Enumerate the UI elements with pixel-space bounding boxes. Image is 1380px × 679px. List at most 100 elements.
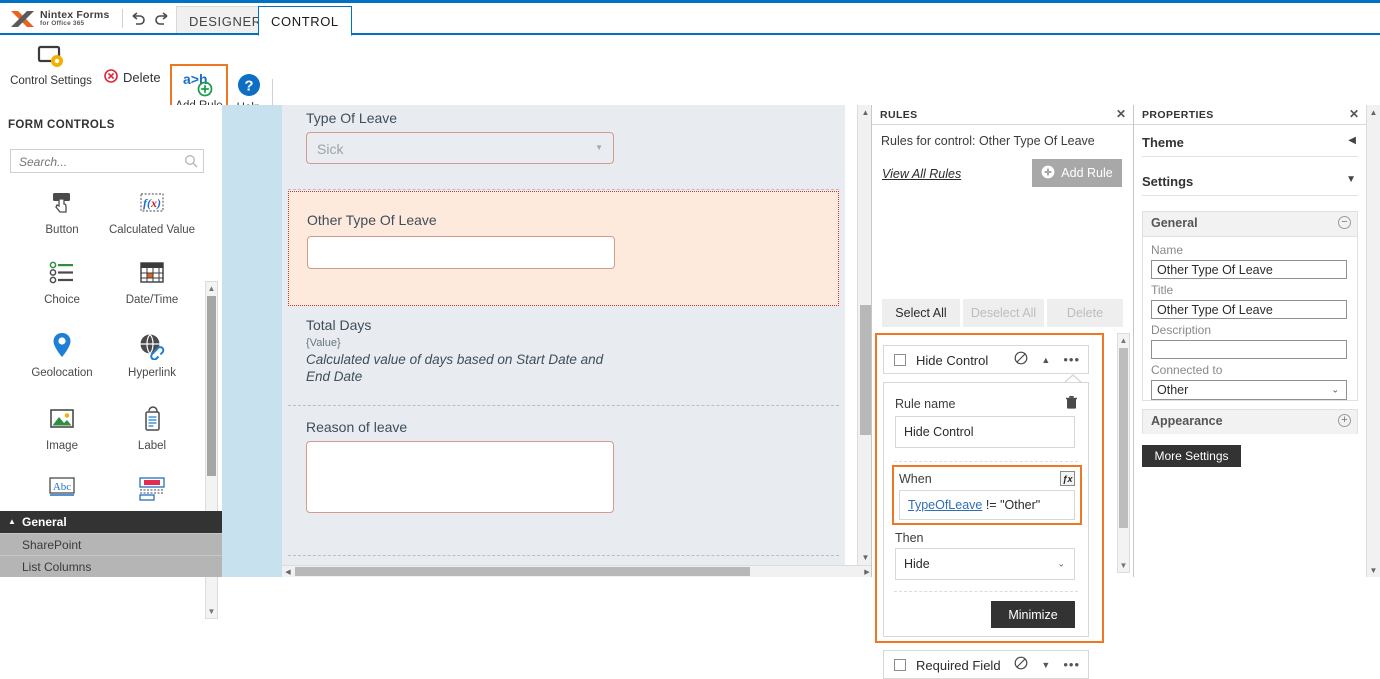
delete-button[interactable]: Delete — [104, 69, 161, 86]
minimize-button[interactable]: Minimize — [991, 601, 1075, 628]
field-reason-of-leave[interactable]: Reason of leave — [282, 415, 845, 545]
type-of-leave-select[interactable]: Sick ▼ — [306, 132, 614, 164]
rules-panel-header: RULES ✕ — [872, 105, 1133, 125]
disable-rule-icon[interactable] — [1014, 351, 1028, 368]
search-box[interactable] — [10, 149, 204, 174]
close-icon[interactable]: ✕ — [1349, 107, 1359, 121]
field-total-days[interactable]: Total Days {Value} Calculated value of d… — [282, 313, 845, 398]
hyperlink-icon — [104, 326, 198, 366]
control-item-button[interactable]: Button — [14, 183, 110, 237]
ellipsis-icon[interactable]: ••• — [1063, 353, 1080, 366]
nintex-logo: Nintex Forms for Office 365 — [8, 5, 116, 32]
collapse-minus-icon[interactable]: − — [1338, 216, 1351, 229]
properties-panel-scrollbar[interactable]: ▲ ▼ — [1366, 105, 1380, 577]
rule-checkbox[interactable] — [894, 354, 906, 366]
control-item-hyperlink[interactable]: Hyperlink — [104, 326, 198, 380]
rules-panel-title: RULES — [880, 109, 918, 121]
rule-name-input[interactable]: Hide Control — [895, 416, 1075, 448]
rule-card-header[interactable]: Hide Control ▲ ••• — [883, 345, 1089, 374]
other-type-of-leave-input[interactable] — [307, 236, 615, 269]
reason-of-leave-textarea[interactable] — [306, 441, 614, 513]
scroll-down-icon[interactable]: ▼ — [1367, 563, 1380, 577]
control-item-geolocation[interactable]: Geolocation — [14, 326, 110, 380]
properties-group-general: General − Name Other Type Of Leave Title… — [1142, 211, 1358, 401]
scrollbar-thumb[interactable] — [1119, 348, 1128, 528]
accordion-settings[interactable]: Settings ▼ — [1142, 169, 1358, 196]
controls-category-tree: ▲ General SharePoint List Columns — [0, 511, 222, 577]
properties-panel-body: Theme ◀ Settings ▼ General − Name Other … — [1134, 125, 1366, 577]
properties-group-appearance[interactable]: Appearance + — [1142, 409, 1358, 434]
tree-item-list-columns[interactable]: List Columns — [0, 555, 222, 577]
then-action-select[interactable]: Hide ⌄ — [895, 548, 1075, 580]
tree-item-sharepoint[interactable]: SharePoint — [0, 533, 222, 555]
chevron-down-icon[interactable]: ⌄ — [1057, 559, 1065, 570]
tab-control[interactable]: CONTROL — [258, 6, 352, 36]
when-condition-input[interactable]: TypeOfLeave != "Other" — [899, 490, 1075, 520]
disable-rule-icon[interactable] — [1014, 656, 1028, 673]
close-icon[interactable]: ✕ — [1116, 107, 1126, 121]
canvas-horizontal-scrollbar[interactable]: ◀ ▶ — [282, 565, 873, 577]
form-canvas[interactable]: Type Of Leave Sick ▼ Other Type Of Leave… — [282, 105, 845, 565]
rule-card-header[interactable]: Required Field ▼ ••• — [883, 650, 1089, 679]
field-label: Type Of Leave — [306, 110, 398, 126]
undo-icon[interactable] — [128, 9, 148, 29]
field-type-of-leave[interactable]: Type Of Leave Sick ▼ — [282, 105, 845, 185]
rule-checkbox[interactable] — [894, 659, 906, 671]
trash-icon[interactable] — [1065, 395, 1078, 412]
scroll-left-icon[interactable]: ◀ — [282, 566, 294, 577]
delete-icon — [104, 69, 118, 86]
chevron-down-icon[interactable]: ▼ — [1346, 174, 1356, 185]
search-icon[interactable] — [184, 154, 198, 171]
control-item-image[interactable]: Image — [14, 399, 110, 453]
view-all-rules-link[interactable]: View All Rules — [882, 167, 961, 181]
control-item-calculated-value[interactable]: f(x) Calculated Value — [104, 183, 198, 237]
scroll-up-icon[interactable]: ▲ — [206, 282, 217, 295]
logo-line-2: for Office 365 — [40, 20, 85, 27]
control-item-date-time[interactable]: Date/Time — [104, 253, 198, 307]
chevron-down-icon[interactable]: ▼ — [595, 132, 603, 164]
formula-icon[interactable]: ƒx — [1060, 471, 1075, 486]
field-label: Reason of leave — [306, 419, 408, 435]
title-input[interactable]: Other Type Of Leave — [1151, 300, 1347, 319]
chevron-up-icon[interactable]: ▲ — [1041, 355, 1050, 365]
scrollbar-thumb[interactable] — [295, 567, 750, 576]
control-item-partial-1[interactable]: Abc — [14, 469, 110, 509]
when-token[interactable]: TypeOfLeave — [908, 498, 982, 512]
tree-header-general[interactable]: ▲ General — [0, 511, 222, 533]
chevron-left-icon[interactable]: ◀ — [1348, 135, 1356, 146]
scroll-down-icon[interactable]: ▼ — [1118, 559, 1129, 572]
add-rule-button[interactable]: Add Rule — [1032, 159, 1122, 187]
expand-plus-icon[interactable]: + — [1338, 414, 1351, 427]
scrollbar-thumb[interactable] — [860, 305, 871, 435]
group-header[interactable]: General − — [1143, 212, 1357, 237]
ellipsis-icon[interactable]: ••• — [1063, 658, 1080, 671]
redo-icon[interactable] — [152, 9, 172, 29]
scroll-up-icon[interactable]: ▲ — [1367, 105, 1380, 119]
when-label: When — [899, 472, 932, 486]
properties-panel-title: PROPERTIES — [1142, 109, 1214, 121]
more-settings-button[interactable]: More Settings — [1142, 445, 1241, 467]
control-item-choice[interactable]: Choice — [14, 253, 110, 307]
field-other-type-of-leave-selected[interactable]: Other Type Of Leave — [288, 191, 839, 306]
chevron-down-icon[interactable]: ▼ — [1041, 660, 1050, 670]
svg-text:a>h: a>h — [183, 71, 208, 87]
select-all-button[interactable]: Select All — [882, 299, 960, 327]
group-header[interactable]: Appearance + — [1143, 410, 1357, 434]
rules-list-scrollbar[interactable]: ▲ ▼ — [1117, 333, 1130, 573]
accordion-theme[interactable]: Theme ◀ — [1142, 130, 1358, 157]
description-input[interactable] — [1151, 340, 1347, 359]
scroll-down-icon[interactable]: ▼ — [206, 605, 217, 618]
connected-to-select[interactable]: Other ⌄ — [1151, 380, 1347, 400]
chevron-down-icon[interactable]: ⌄ — [1331, 385, 1339, 396]
name-input[interactable]: Other Type Of Leave — [1151, 260, 1347, 279]
control-settings-label: Control Settings — [10, 75, 92, 87]
canvas-divider — [288, 555, 839, 556]
search-input[interactable] — [17, 150, 181, 174]
group-title: Appearance — [1151, 414, 1223, 428]
scroll-up-icon[interactable]: ▲ — [1118, 334, 1129, 347]
control-settings-button[interactable]: Control Settings — [8, 41, 94, 88]
rule-editor: Rule name Hide Control When ƒx TypeOfLea… — [883, 382, 1089, 637]
control-item-partial-2[interactable] — [104, 469, 198, 509]
scrollbar-thumb[interactable] — [207, 296, 216, 476]
control-item-label[interactable]: Label — [104, 399, 198, 453]
